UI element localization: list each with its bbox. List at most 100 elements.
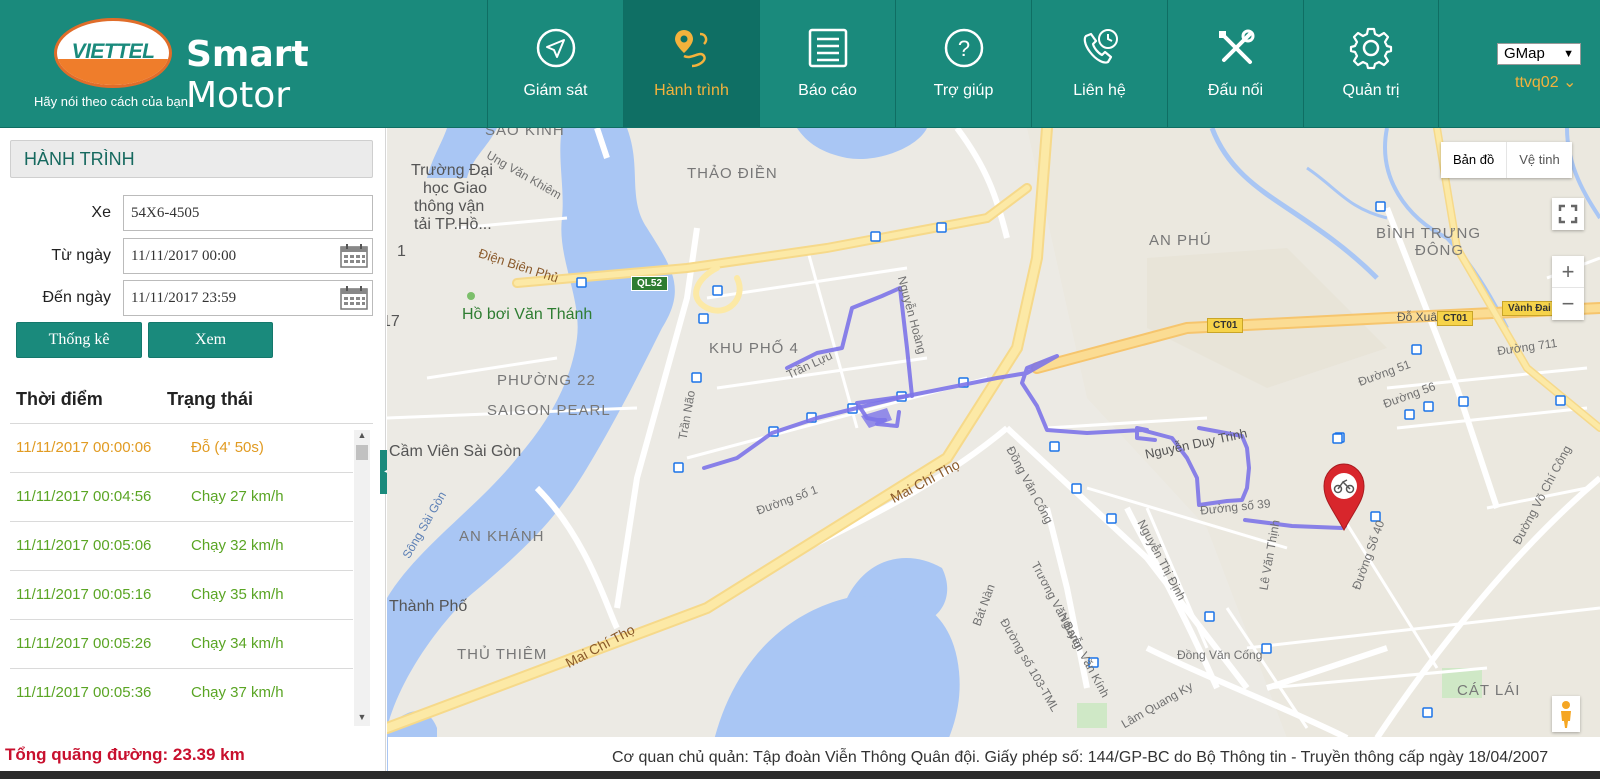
poi-label: 17 (387, 313, 400, 330)
map-label: KHU PHỐ 4 (709, 340, 799, 357)
nav-hanh-trinh[interactable]: Hành trình (623, 0, 759, 128)
user-menu[interactable]: ttvq02 ⌄ (1515, 72, 1576, 92)
row-status: Chạy 32 km/h (191, 537, 284, 554)
map-type-satellite[interactable]: Vệ tinh (1506, 142, 1571, 178)
highway-badge: CT01 (1207, 318, 1244, 333)
scroll-down-icon[interactable]: ▼ (354, 712, 370, 726)
total-distance: Tổng quãng đường: 23.39 km (5, 745, 245, 764)
compass-arrow-icon (536, 28, 575, 68)
row-status: Chạy 34 km/h (191, 635, 284, 652)
map-label: PHƯỜNG 22 (497, 372, 596, 389)
poi-label: Cầm Viên Sài Gòn (389, 443, 522, 460)
main-nav: Giám sát Hành trình Báo cáo ? Trợ giúp L… (487, 0, 1439, 128)
street-label: Đồng Văn Cống (1177, 648, 1263, 662)
poi-label: Thành Phố (389, 598, 468, 615)
fullscreen-icon[interactable] (1552, 198, 1584, 230)
map-label: THẢO ĐIỀN (687, 165, 778, 182)
scroll-up-icon[interactable]: ▲ (354, 430, 370, 444)
app-name: Smart Motor (186, 34, 309, 116)
table-row[interactable]: 11/11/2017 00:05:16 Chạy 35 km/h (10, 571, 353, 620)
nav-bao-cao[interactable]: Báo cáo (759, 0, 895, 128)
nav-label: Báo cáo (798, 82, 857, 99)
help-question-icon: ? (944, 28, 983, 68)
to-date-row: Đến ngày 11/11/2017 23:59 (0, 280, 386, 316)
row-time: 11/11/2017 00:05:06 (16, 537, 152, 554)
row-time: 11/11/2017 00:05:36 (16, 684, 152, 701)
row-time: 11/11/2017 00:04:56 (16, 488, 152, 505)
poi-label: 1 (397, 243, 406, 260)
poi-label: tải TP.Hồ... (414, 216, 492, 233)
nav-label: Giám sát (523, 82, 588, 99)
table-row[interactable]: 11/11/2017 00:05:06 Chạy 32 km/h (10, 522, 353, 571)
map-label: AN KHÁNH (459, 528, 545, 545)
zoom-control: + − (1552, 256, 1584, 320)
poi-label: thông vận (414, 198, 485, 215)
nav-giam-sat[interactable]: Giám sát (487, 0, 623, 128)
gear-icon (1349, 27, 1393, 70)
poi-label: Trường Đại (411, 162, 493, 179)
map-view[interactable]: THẢO ĐIỀN AN PHÚ BÌNH TRƯNG ĐÔNG KHU PHỐ… (387, 128, 1600, 779)
row-time: 11/11/2017 00:00:06 (16, 439, 152, 456)
vehicle-row: Xe 54X6-4505 (0, 195, 386, 231)
stats-button[interactable]: Thống kê (16, 322, 142, 358)
calendar-icon[interactable] (340, 286, 368, 310)
vehicle-label: Xe (91, 204, 111, 221)
chevron-down-icon: ⌄ (1563, 74, 1577, 91)
nav-label: Liên hệ (1073, 82, 1126, 99)
street-view-pegman-icon[interactable] (1552, 696, 1580, 732)
zoom-in-button[interactable]: + (1552, 256, 1584, 288)
table-scrollbar[interactable]: ▲ ▼ (354, 430, 370, 726)
row-status: Đỗ (4' 50s) (191, 439, 264, 456)
highway-badge: QL52 (631, 276, 669, 291)
table-row[interactable]: 11/11/2017 00:04:56 Chạy 27 km/h (10, 473, 353, 522)
nav-quan-tri[interactable]: Quản trị (1303, 0, 1439, 128)
dropdown-arrow-icon: ▼ (1563, 48, 1574, 60)
nav-tro-giup[interactable]: ? Trợ giúp (895, 0, 1031, 128)
to-date-label: Đến ngày (42, 289, 112, 306)
map-type-roadmap[interactable]: Bản đồ (1441, 142, 1506, 178)
table-row[interactable]: 11/11/2017 00:00:06 Đỗ (4' 50s) (10, 424, 353, 473)
map-label: BÌNH TRƯNG (1376, 225, 1482, 242)
window-bottom-bar (0, 771, 1600, 779)
row-time: 11/11/2017 00:05:26 (16, 635, 152, 652)
row-status: Chạy 27 km/h (191, 488, 284, 505)
from-date-row: Từ ngày 11/11/2017 00:00 (0, 238, 386, 274)
poi-label: học Giao (423, 180, 488, 197)
journey-table: 11/11/2017 00:00:06 Đỗ (4' 50s) 11/11/2017… (10, 424, 353, 714)
map-label: THỦ THIÊM (457, 646, 548, 663)
calendar-icon[interactable] (340, 244, 368, 268)
zoom-out-button[interactable]: − (1552, 288, 1584, 319)
view-button[interactable]: Xem (148, 322, 273, 358)
vehicle-input[interactable]: 54X6-4505 (123, 195, 373, 231)
phone-clock-icon (1083, 29, 1118, 64)
map-label: SAO KINH (485, 128, 565, 139)
brand-logo[interactable]: VIETTEL Smart Motor Hãy nói theo cách củ… (28, 14, 398, 116)
map-label: AN PHÚ (1149, 232, 1212, 249)
map-label: SAIGON PEARL (487, 402, 611, 419)
table-row[interactable]: 11/11/2017 00:05:36 Chạy 37 km/h (10, 669, 353, 714)
logo-wordmark: VIETTEL (71, 40, 155, 63)
from-date-input[interactable]: 11/11/2017 00:00 (123, 238, 373, 274)
nav-lien-he[interactable]: Liên hệ (1031, 0, 1167, 128)
scroll-thumb[interactable] (356, 445, 368, 460)
from-date-label: Từ ngày (51, 247, 111, 264)
route-pin-icon (674, 30, 707, 68)
row-status: Chạy 35 km/h (191, 586, 284, 603)
table-row[interactable]: 11/11/2017 00:05:26 Chạy 34 km/h (10, 620, 353, 669)
row-time: 11/11/2017 00:05:16 (16, 586, 152, 603)
brand-tagline: Hãy nói theo cách của bạn (34, 94, 188, 109)
poi-label: Hồ bơi Văn Thánh (462, 306, 593, 323)
column-time: Thời điểm (16, 389, 103, 409)
nav-label: Hành trình (654, 82, 729, 99)
svg-text:?: ? (957, 36, 969, 61)
map-label: CÁT LÁI (1457, 682, 1521, 699)
map-label: ĐÔNG (1415, 242, 1464, 259)
table-header: Thời điểm Trạng thái (10, 384, 373, 424)
row-status: Chạy 37 km/h (191, 684, 284, 701)
app-header: VIETTEL Smart Motor Hãy nói theo cách củ… (0, 0, 1600, 128)
nav-dau-noi[interactable]: Đấu nối (1167, 0, 1303, 128)
report-list-icon (808, 28, 847, 68)
map-provider-select[interactable]: GMap ▼ (1497, 43, 1581, 65)
to-date-input[interactable]: 11/11/2017 23:59 (123, 280, 373, 316)
tools-icon (1218, 29, 1254, 64)
